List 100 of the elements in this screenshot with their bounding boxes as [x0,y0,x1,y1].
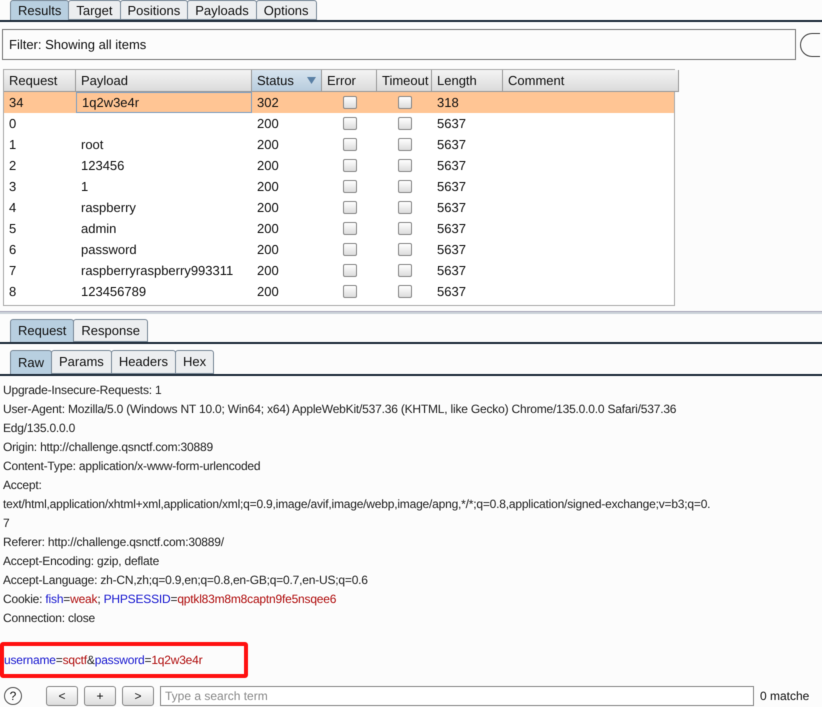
table-cell-text: 3 [8,178,18,196]
nav-button[interactable]: > [122,686,154,706]
match-count: 0 matche [760,688,810,705]
table-cell-text: 200 [256,240,280,259]
table-row[interactable]: 34 1q2w3e4r 302 318 [4,92,674,113]
filter-bar[interactable]: Filter: Showing all items [2,29,796,60]
table-cell-text: 200 [256,136,280,154]
checkbox[interactable] [398,159,412,172]
table-cell-text: 5637 [436,136,467,154]
tab[interactable]: Positions [120,0,188,20]
table-cell-text: 4 [8,198,18,217]
table-cell-text: password [80,240,138,259]
column-header[interactable]: Status [252,70,322,92]
help-button[interactable]: ? [4,687,22,705]
checkbox[interactable] [398,96,412,109]
table-cell-text: 5637 [436,156,467,175]
search-field[interactable]: Type a search term [160,686,754,706]
table-cell-text: 34 [8,94,24,112]
table-cell-text: 5637 [436,262,467,280]
table-cell-text: 0 [8,114,18,133]
tab[interactable]: Hex [174,350,214,374]
column-header[interactable]: Request [4,70,76,92]
request-line: Accept: [3,478,42,492]
table-cell-text: 5 [8,220,18,238]
table-cell-text: 5637 [436,220,467,238]
request-line: text/html,application/xhtml+xml,application/xml;q=0.9,image/avif,image/webp,image/apng,*/*;q=0.8,application/signed-exchange;v=b3;q=0. [3,497,710,511]
request-line: User-Agent: Mozilla/5.0 (Windows NT 10.0; Win64; x64) AppleWebKit/537.36 (KHTML, like Gecko) Chrome/135.0.0.0 Safari/537.36 [3,402,676,416]
checkbox[interactable] [342,243,356,256]
checkbox[interactable] [398,243,412,256]
checkbox[interactable] [398,222,412,235]
checkbox[interactable] [342,201,356,214]
table-cell-text: root [80,136,104,154]
request-line: Accept-Language: zh-CN,zh;q=0.9,en;q=0.8,en-GB;q=0.7,en-US;q=0.6 [3,573,368,587]
table-cell-text: 200 [256,156,280,175]
column-header[interactable]: Timeout [377,70,432,92]
tab[interactable]: Raw [10,350,52,374]
checkbox[interactable] [342,117,356,130]
request-line: Referer: http://challenge.qsnctf.com:30889/ [3,535,224,549]
table-cell-text: 200 [256,114,280,133]
checkbox[interactable] [342,285,356,298]
table-cell-text: 5637 [436,114,467,133]
checkbox[interactable] [398,117,412,130]
sort-down-icon [307,77,316,84]
table-cell-text: raspberry [80,198,137,217]
column-header[interactable]: Length [432,70,503,92]
checkbox[interactable] [398,138,412,151]
checkbox[interactable] [342,96,356,109]
request-line: 7 [3,516,10,530]
table-cell-text: 318 [436,94,460,112]
request-line: Origin: http://challenge.qsnctf.com:30889 [3,440,213,454]
table-cell-text: 6 [8,240,18,259]
checkbox[interactable] [342,180,356,193]
table-cell-text: 123456 [80,156,126,175]
request-line: Upgrade-Insecure-Requests: 1 [3,383,162,397]
checkbox[interactable] [342,264,356,277]
nav-button[interactable]: < [46,686,78,706]
checkbox[interactable] [342,159,356,172]
table-cell-text: admin [80,220,118,238]
tab[interactable]: Options [256,0,317,20]
table-cell-text: 200 [256,178,280,196]
tab[interactable]: Target [68,0,120,20]
request-line: Connection: close [3,611,95,625]
tab[interactable]: Params [51,350,112,374]
checkbox[interactable] [398,201,412,214]
table-cell-text: 8 [8,282,18,301]
checkbox[interactable] [398,180,412,193]
table-cell-text: 200 [256,282,280,301]
table-cell-text: 5637 [436,282,467,301]
request-line: username=sqctf&password=1q2w3e4r [4,652,202,668]
column-header[interactable]: Payload [76,70,252,92]
table-cell-text: 1 [80,178,90,196]
table-cell-text: 1 [8,136,18,154]
request-line: Edg/135.0.0.0 [3,421,76,435]
table-cell-text: 200 [256,198,280,217]
table-cell-text: 5637 [436,240,467,259]
table-cell-text: 7 [8,262,18,280]
request-line: Accept-Encoding: gzip, deflate [3,554,160,568]
table-cell-text: 2 [8,156,18,175]
table-cell-text: 302 [256,94,280,112]
tab[interactable]: Headers [110,350,176,374]
checkbox[interactable] [398,264,412,277]
tab[interactable]: Response [73,319,148,342]
table-cell-text: 123456789 [80,282,148,301]
tab[interactable]: Request [10,319,74,342]
tab[interactable]: Results [10,0,70,20]
tab[interactable]: Payloads [187,0,257,20]
checkbox[interactable] [398,285,412,298]
table-cell-text: 5637 [436,178,467,196]
table-cell-text: 1q2w3e4r [81,94,140,112]
nav-button[interactable]: + [84,686,116,706]
request-line: Content-Type: application/x-www-form-urlencoded [3,459,260,473]
table-cell-text: raspberryraspberry993311 [80,262,234,280]
table-cell-text: 200 [256,262,280,280]
column-header[interactable]: Error [322,70,377,92]
table-cell-text: 5637 [436,198,467,217]
request-line: Cookie: fish=weak; PHPSESSID=qptkl83m8m8captn9fe5nsqee6 [3,592,336,606]
table-cell-text: 200 [256,220,280,238]
column-header[interactable]: Comment [503,70,679,92]
checkbox[interactable] [342,138,356,151]
checkbox[interactable] [342,222,356,235]
